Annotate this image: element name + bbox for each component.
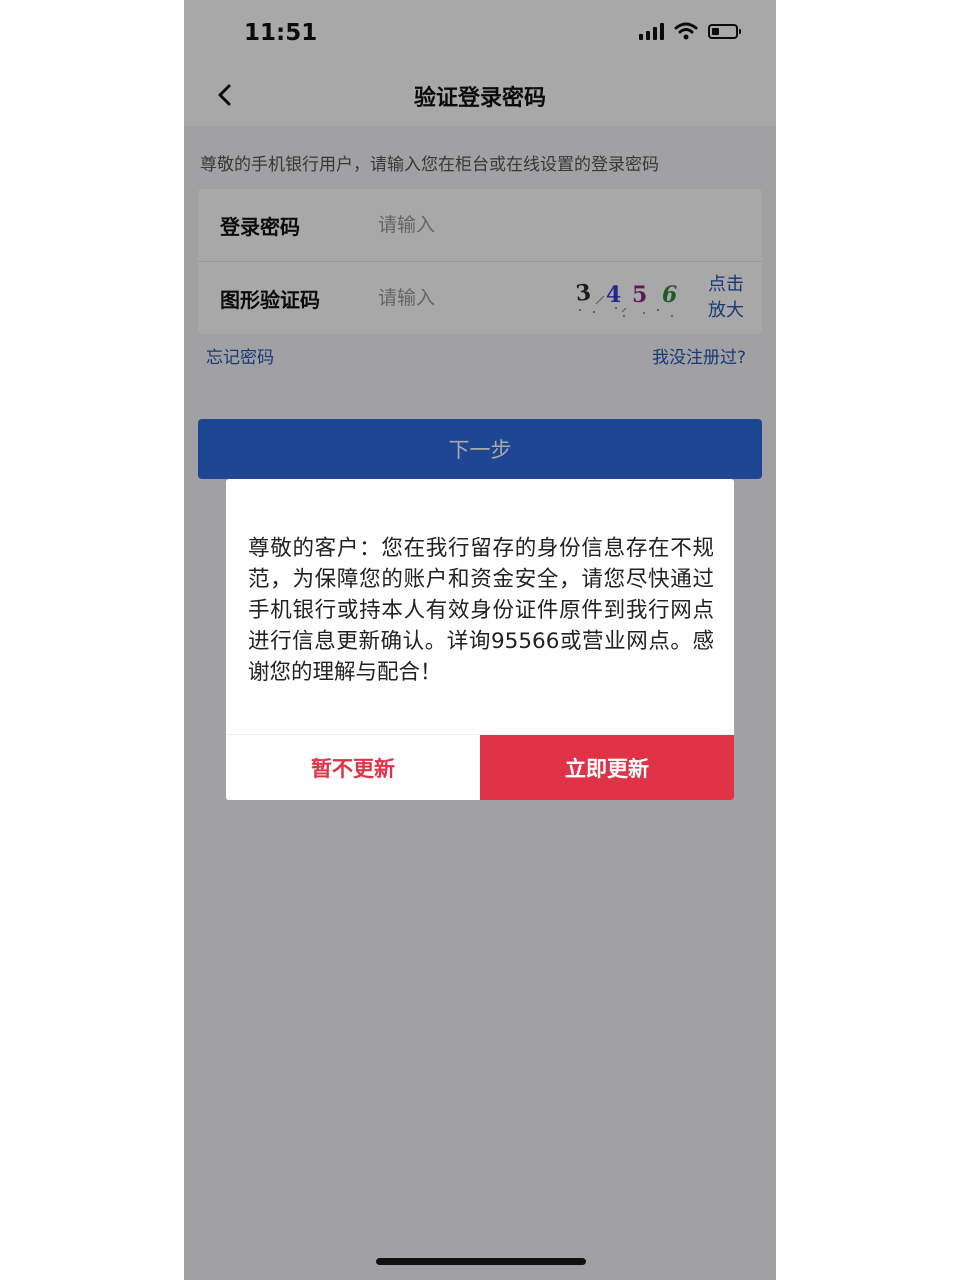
dialog-message: 尊敬的客户：您在我行留存的身份信息存在不规范，为保障您的账户和资金安全，请您尽快… (248, 536, 714, 685)
home-indicator[interactable] (376, 1258, 586, 1265)
not-now-button[interactable]: 暂不更新 (226, 735, 480, 800)
update-info-dialog: 尊敬的客户：您在我行留存的身份信息存在不规范，为保障您的账户和资金安全，请您尽快… (226, 479, 734, 800)
phone-screen: 11:51 验证登录密码 尊敬的手机银行用户，请输入您在柜台或在线设置的登录密码… (184, 0, 776, 1280)
update-now-button[interactable]: 立即更新 (480, 735, 734, 800)
dialog-buttons: 暂不更新 立即更新 (226, 734, 734, 800)
